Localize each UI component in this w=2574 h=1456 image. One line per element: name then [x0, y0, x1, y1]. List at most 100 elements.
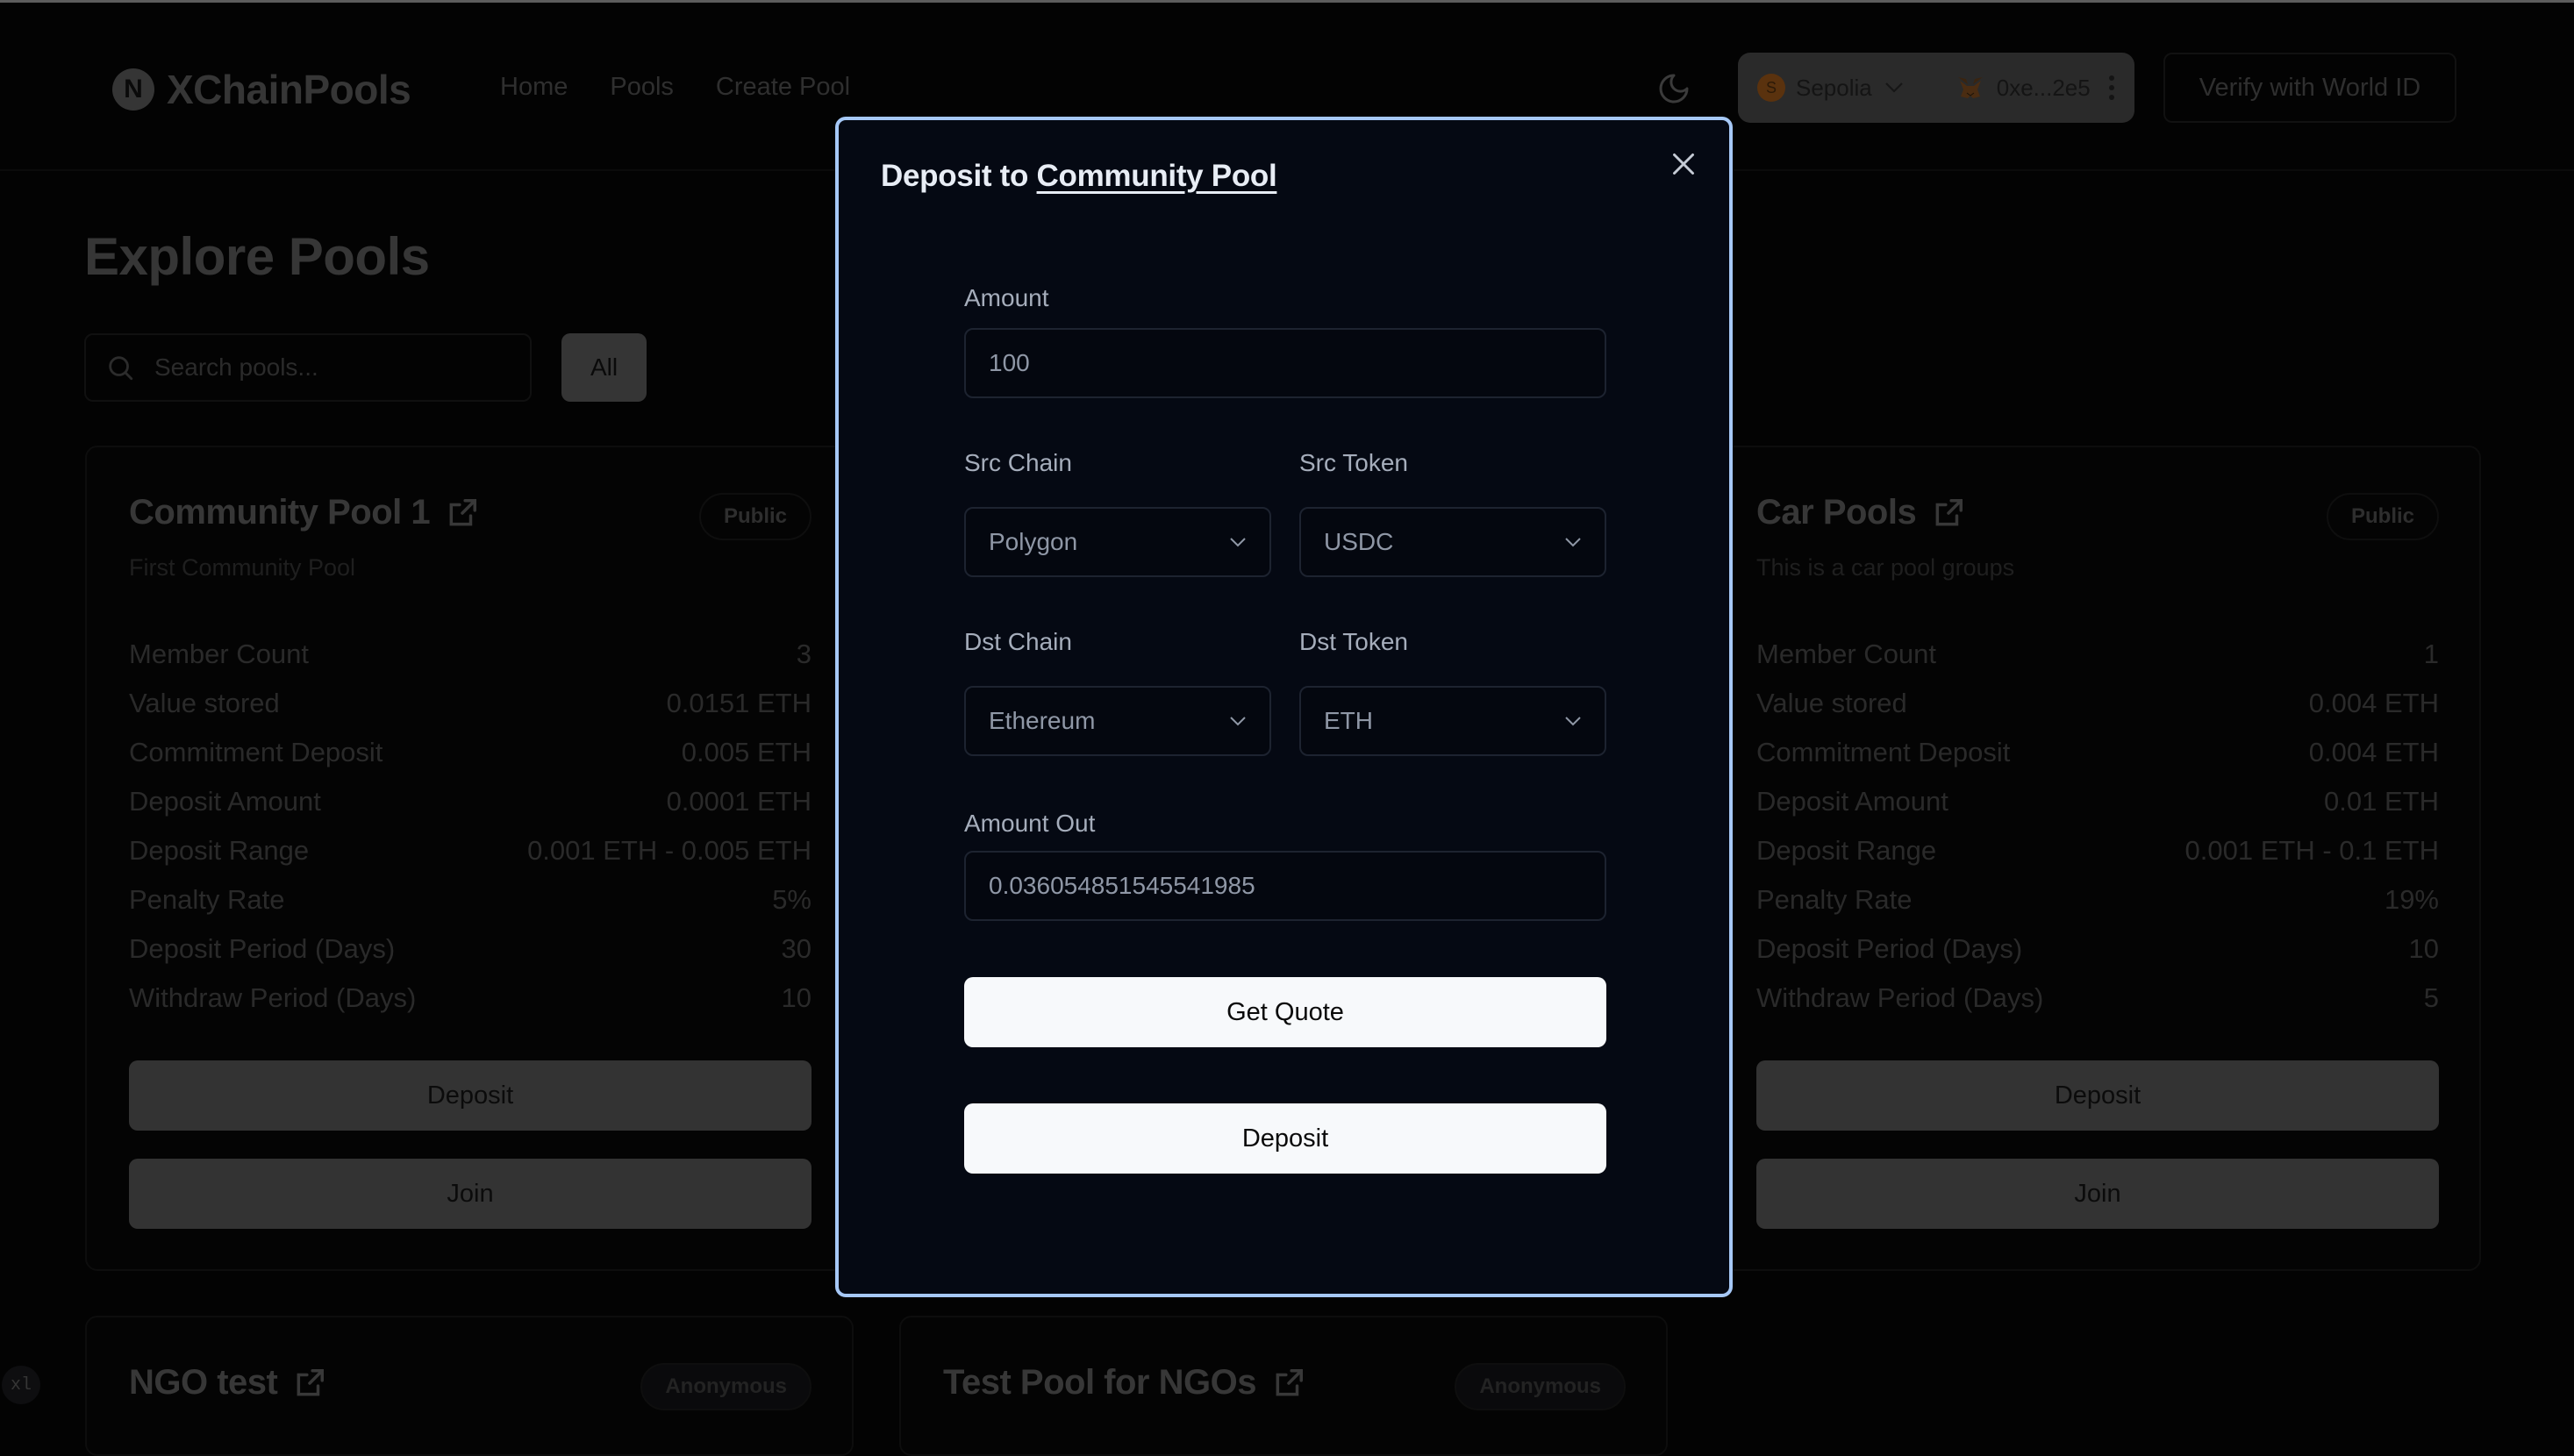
pool-stats: Member Count 3 Value stored 0.0151 ETH Com…	[129, 630, 812, 1023]
pool-description: First Community Pool	[129, 554, 356, 581]
stat-row: Member Count 3	[129, 630, 812, 679]
close-button[interactable]	[1668, 148, 1699, 180]
stat-value: 19%	[2384, 884, 2439, 915]
src-chain-select[interactable]: Polygon	[964, 507, 1271, 577]
chain-selector[interactable]: Sepolia	[1796, 75, 1872, 102]
search-input[interactable]	[154, 353, 488, 382]
stat-value: 1	[2423, 639, 2439, 669]
theme-toggle-moon-icon[interactable]	[1656, 71, 1691, 106]
chain-icon: S	[1757, 74, 1785, 102]
stat-label: Member Count	[1756, 639, 1937, 669]
stat-row: Deposit Range 0.001 ETH - 0.005 ETH	[129, 826, 812, 875]
stat-row: Member Count 1	[1756, 630, 2439, 679]
pool-card: Car Pools Public This is a car pool grou…	[1712, 446, 2481, 1271]
nav-create-pool[interactable]: Create Pool	[716, 73, 850, 102]
chevron-down-icon[interactable]	[1884, 82, 1904, 94]
logo-link[interactable]: N XChainPools	[112, 66, 411, 113]
pool-deposit-button[interactable]: Deposit	[129, 1060, 812, 1131]
amount-out-label: Amount Out	[964, 810, 1096, 837]
stat-row: Deposit Amount 0.0001 ETH	[129, 777, 812, 826]
pool-deposit-button[interactable]: Deposit	[1756, 1060, 2439, 1131]
src-chain-label: Src Chain	[964, 449, 1072, 476]
visibility-badge: Anonymous	[640, 1363, 812, 1410]
more-options-icon[interactable]	[2108, 75, 2115, 100]
logo-icon: N	[112, 68, 154, 111]
stat-row: Deposit Period (Days) 30	[129, 924, 812, 974]
dst-token-label: Dst Token	[1299, 628, 1408, 655]
src-chain-value: Polygon	[989, 528, 1078, 555]
stat-label: Commitment Deposit	[1756, 737, 2011, 767]
stat-row: Value stored 0.004 ETH	[1756, 679, 2439, 728]
stat-label: Penalty Rate	[1756, 884, 1913, 915]
stat-label: Deposit Amount	[1756, 786, 1948, 817]
search-icon	[109, 356, 133, 381]
chevron-down-icon	[1565, 538, 1581, 547]
stat-label: Value stored	[129, 688, 280, 718]
stat-row: Penalty Rate 5%	[129, 875, 812, 924]
amount-label: Amount	[964, 284, 1049, 311]
stat-value: 10	[781, 982, 812, 1013]
verify-world-id-button[interactable]: Verify with World ID	[2163, 53, 2456, 123]
stat-label: Deposit Range	[1756, 835, 1937, 866]
pool-join-button[interactable]: Join	[129, 1159, 812, 1229]
dst-chain-label: Dst Chain	[964, 628, 1072, 655]
nav-pools[interactable]: Pools	[610, 73, 674, 102]
dst-token-value: ETH	[1324, 707, 1373, 734]
nav-home[interactable]: Home	[500, 73, 568, 102]
stat-label: Member Count	[129, 639, 310, 669]
stat-row: Withdraw Period (Days) 5	[1756, 974, 2439, 1023]
amount-input[interactable]: 100	[964, 328, 1606, 398]
stat-value: 0.01 ETH	[2324, 786, 2439, 817]
pool-join-button[interactable]: Join	[1756, 1159, 2439, 1229]
pool-name: Car Pools	[1756, 493, 1917, 532]
external-link-icon[interactable]	[1272, 1367, 1305, 1400]
stat-label: Withdraw Period (Days)	[1756, 982, 2044, 1013]
stat-value: 0.0151 ETH	[666, 688, 812, 718]
dst-token-select[interactable]: ETH	[1299, 686, 1606, 756]
dst-chain-select[interactable]: Ethereum	[964, 686, 1271, 756]
get-quote-button[interactable]: Get Quote	[964, 977, 1606, 1047]
deposit-button[interactable]: Deposit	[964, 1103, 1606, 1174]
pool-link[interactable]: Community Pool	[1037, 159, 1277, 193]
stat-row: Deposit Range 0.001 ETH - 0.1 ETH	[1756, 826, 2439, 875]
chevron-down-icon	[1230, 538, 1246, 547]
wallet-address[interactable]: 0xe...2e5	[1997, 75, 2091, 102]
external-link-icon[interactable]	[446, 496, 479, 530]
external-link-icon[interactable]	[1932, 496, 1965, 530]
stat-value: 10	[2408, 933, 2439, 964]
stat-value: 0.004 ETH	[2308, 688, 2439, 718]
src-token-select[interactable]: USDC	[1299, 507, 1606, 577]
src-token-label: Src Token	[1299, 449, 1408, 476]
stat-value: 5%	[772, 884, 812, 915]
stat-label: Commitment Deposit	[129, 737, 383, 767]
src-token-value: USDC	[1324, 528, 1394, 555]
stat-label: Deposit Amount	[129, 786, 321, 817]
stat-row: Deposit Period (Days) 10	[1756, 924, 2439, 974]
pool-title: Test Pool for NGOs	[943, 1363, 1305, 1402]
external-link-icon[interactable]	[293, 1367, 326, 1400]
stat-value: 0.005 ETH	[681, 737, 812, 767]
stat-row: Penalty Rate 19%	[1756, 875, 2439, 924]
pool-name: Test Pool for NGOs	[943, 1363, 1256, 1402]
chevron-down-icon	[1565, 717, 1581, 726]
stat-label: Penalty Rate	[129, 884, 285, 915]
stat-label: Deposit Range	[129, 835, 310, 866]
amount-out-field[interactable]: 0.036054851545541985	[964, 851, 1606, 921]
stat-row: Value stored 0.0151 ETH	[129, 679, 812, 728]
filter-all-button[interactable]: All	[561, 333, 647, 402]
stat-value: 5	[2423, 982, 2439, 1013]
pool-stats: Member Count 1 Value stored 0.004 ETH Comm…	[1756, 630, 2439, 1023]
pool-name: Community Pool 1	[129, 493, 431, 532]
pool-title: NGO test	[129, 1363, 326, 1402]
dst-chain-value: Ethereum	[989, 707, 1096, 734]
pool-card: NGO test Anonymous	[85, 1316, 854, 1456]
pool-title: Community Pool 1	[129, 493, 479, 532]
page: N XChainPools Home Pools Create Pool S S…	[0, 0, 2574, 1456]
search-box	[84, 333, 532, 402]
stat-value: 0.001 ETH - 0.005 ETH	[527, 835, 812, 866]
visibility-badge: Public	[698, 493, 812, 540]
deposit-modal: Deposit to Community Pool Amount 100 Src…	[835, 117, 1733, 1297]
stat-label: Value stored	[1756, 688, 1907, 718]
close-icon	[1673, 153, 1694, 175]
chevron-down-icon	[1230, 717, 1246, 726]
